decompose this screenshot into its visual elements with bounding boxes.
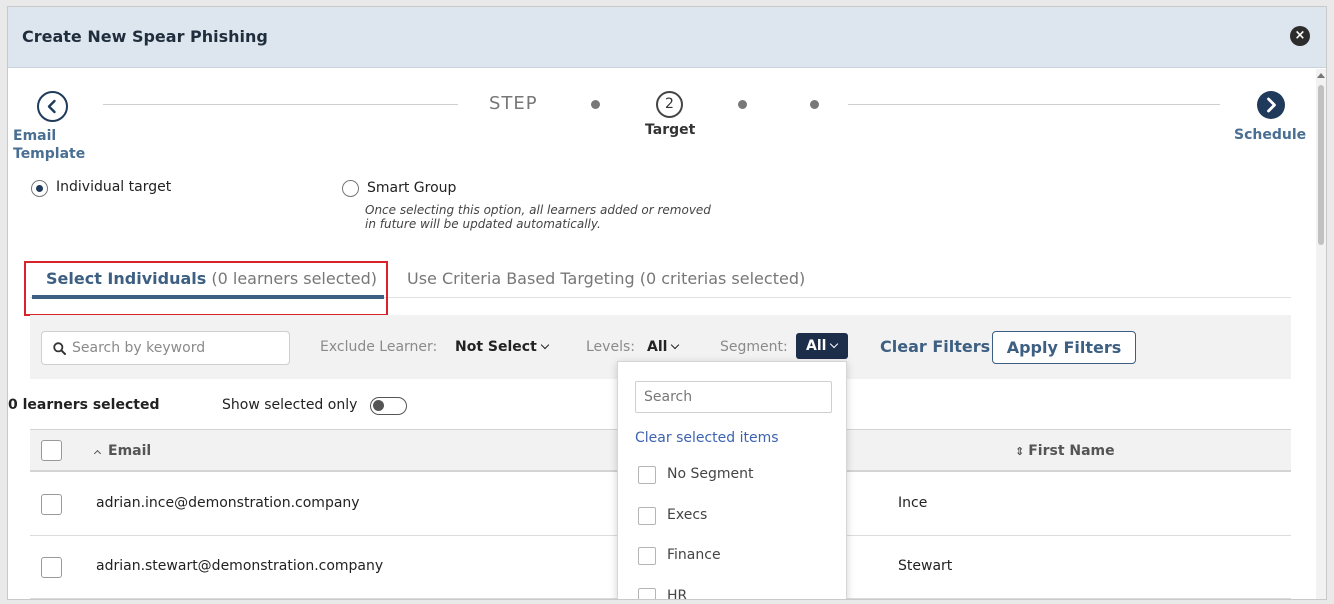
tab-criteria-based-targeting[interactable]: Use Criteria Based Targeting (0 criteria… [407, 269, 805, 288]
first-name-column-label: First Name [1028, 443, 1115, 459]
levels-dropdown[interactable]: All [647, 339, 680, 355]
segment-option-checkbox[interactable] [638, 466, 656, 484]
stepper-line-left [103, 104, 458, 105]
segment-option-checkbox[interactable] [638, 507, 656, 525]
modal-title: Create New Spear Phishing [22, 27, 268, 46]
keyword-search-box[interactable] [41, 331, 290, 365]
exclude-learner-dropdown[interactable]: Not Select [455, 339, 550, 355]
modal-header: Create New Spear Phishing × [8, 7, 1326, 68]
previous-step-button[interactable] [37, 91, 68, 122]
levels-value: All [647, 339, 668, 355]
current-step-label: Target [645, 122, 696, 138]
current-step-indicator: 2 [656, 91, 683, 118]
row-checkbox[interactable] [41, 494, 62, 515]
exclude-learner-label: Exclude Learner: [320, 339, 438, 355]
chevron-down-icon [540, 340, 550, 350]
show-selected-only-toggle[interactable] [370, 397, 407, 415]
clear-selected-items-link[interactable]: Clear selected items [635, 430, 779, 446]
search-icon [53, 342, 66, 355]
chevron-right-icon [1267, 97, 1276, 113]
row-checkbox[interactable] [41, 557, 62, 578]
segment-option-label: Finance [667, 547, 721, 563]
stepper-line-right [848, 104, 1220, 105]
segment-search-input[interactable] [635, 381, 832, 413]
smart-group-help-text: Once selecting this option, all learners… [365, 203, 711, 231]
sort-icon: ⇕ [1015, 445, 1025, 458]
next-step-label[interactable]: Schedule [1234, 127, 1306, 143]
chevron-down-icon [671, 340, 680, 350]
show-selected-only-label: Show selected only [222, 397, 358, 413]
apply-filters-button[interactable]: Apply Filters [992, 331, 1136, 364]
spear-phishing-modal: Create New Spear Phishing × Email Templa… [7, 6, 1327, 600]
segment-label: Segment: [720, 339, 788, 355]
select-all-checkbox[interactable] [41, 440, 62, 461]
scrollbar[interactable] [1316, 69, 1326, 599]
step-dot [591, 100, 600, 109]
step-dot [810, 100, 819, 109]
smart-group-radio[interactable] [342, 180, 359, 197]
exclude-learner-value: Not Select [455, 339, 537, 355]
clear-filters-button[interactable]: Clear Filters [880, 337, 990, 356]
step-dot [738, 100, 747, 109]
step-word: STEP [489, 93, 538, 114]
segment-option-checkbox[interactable] [638, 588, 656, 599]
chevron-down-icon [830, 339, 839, 349]
close-icon[interactable]: × [1290, 26, 1310, 46]
individual-target-label[interactable]: Individual target [56, 179, 171, 195]
segment-option-checkbox[interactable] [638, 547, 656, 565]
smart-group-label[interactable]: Smart Group [367, 180, 456, 196]
next-step-button[interactable] [1257, 91, 1285, 119]
previous-step-label[interactable]: Email Template [13, 127, 93, 163]
email-column-label: Email [108, 443, 152, 459]
active-tab-highlight [24, 261, 388, 316]
segment-option-label: No Segment [667, 466, 754, 482]
segment-dropdown-menu: Clear selected items No Segment Execs Fi… [617, 361, 847, 600]
levels-label: Levels: [586, 339, 635, 355]
segment-option-label: Execs [667, 507, 708, 523]
sort-ascending-icon [93, 449, 102, 458]
segment-value: All [806, 338, 827, 354]
row-name: Stewart [898, 558, 953, 574]
chevron-left-icon [47, 99, 56, 114]
segment-option-label: HR [667, 588, 688, 600]
scrollbar-thumb[interactable] [1318, 85, 1324, 245]
keyword-search-input[interactable] [72, 338, 282, 358]
row-name: Ince [898, 495, 928, 511]
email-column-header[interactable]: Email [93, 443, 152, 459]
learners-selected-count: 0 learners selected [8, 397, 160, 413]
row-email: adrian.ince@demonstration.company [96, 495, 360, 511]
segment-dropdown-button[interactable]: All [796, 333, 848, 359]
individual-target-radio[interactable] [31, 180, 48, 197]
scroll-up-icon[interactable] [1317, 73, 1325, 78]
row-email: adrian.stewart@demonstration.company [96, 558, 384, 574]
first-name-column-header[interactable]: ⇕ First Name [1015, 443, 1115, 459]
